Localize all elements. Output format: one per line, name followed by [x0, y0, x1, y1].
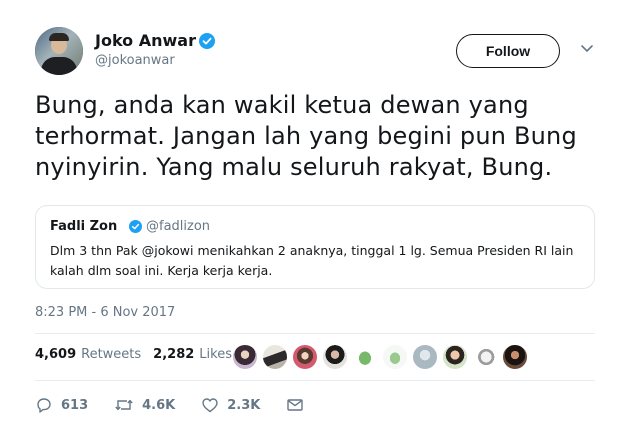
quoted-author-name: Fadli Zon	[50, 219, 118, 234]
divider	[35, 333, 595, 334]
quoted-tweet[interactable]: Fadli Zon @fadlizon Dlm 3 thn Pak @jokow…	[35, 205, 595, 289]
liker-avatar[interactable]	[322, 344, 348, 370]
retweet-button[interactable]: 4.6K	[114, 396, 175, 414]
tweet-text: Bung, anda kan wakil ketua dewan yang te…	[35, 91, 577, 181]
liker-avatar[interactable]	[502, 344, 528, 370]
liker-avatar[interactable]	[352, 344, 378, 370]
avatar-hair	[49, 33, 69, 41]
heart-icon	[202, 398, 218, 413]
verified-badge-icon	[129, 220, 142, 233]
liker-avatar[interactable]	[412, 344, 438, 370]
author-handle[interactable]: @jokoanwar	[95, 53, 175, 68]
engagement-stats: 4,609 Retweets 2,282 Likes	[35, 347, 232, 362]
direct-message-button[interactable]	[286, 397, 312, 413]
liker-avatars	[232, 344, 532, 370]
verified-badge-icon	[199, 33, 215, 49]
like-count: 2.3K	[227, 397, 261, 413]
author-name[interactable]: Joko Anwar	[95, 31, 196, 50]
likes-count[interactable]: 2,282	[153, 347, 194, 362]
like-button[interactable]: 2.3K	[201, 396, 260, 414]
quoted-author-handle: @fadlizon	[146, 219, 211, 234]
avatar-body	[41, 57, 77, 75]
reply-button[interactable]: 613	[35, 396, 88, 414]
retweets-count[interactable]: 4,609	[35, 347, 76, 362]
likes-label[interactable]: Likes	[199, 347, 232, 362]
liker-avatar[interactable]	[442, 344, 468, 370]
liker-avatar[interactable]	[292, 344, 318, 370]
divider	[35, 380, 595, 381]
liker-avatar[interactable]	[232, 344, 258, 370]
reply-icon	[37, 398, 51, 413]
envelope-icon	[287, 399, 304, 411]
liker-avatar[interactable]	[262, 344, 288, 370]
author-avatar[interactable]	[35, 27, 83, 75]
chevron-down-icon[interactable]	[580, 44, 594, 54]
liker-avatar[interactable]	[382, 344, 408, 370]
quoted-tweet-text: Dlm 3 thn Pak @jokowi menikahkan 2 anakn…	[50, 243, 574, 278]
tweet-actions: 613 4.6K 2.3K	[35, 396, 338, 414]
retweet-count: 4.6K	[142, 397, 176, 413]
liker-avatar[interactable]	[472, 344, 498, 370]
follow-button[interactable]: Follow	[456, 34, 560, 68]
retweets-label[interactable]: Retweets	[81, 347, 141, 362]
reply-count: 613	[61, 397, 89, 413]
retweet-icon	[115, 399, 133, 411]
tweet-timestamp[interactable]: 8:23 PM - 6 Nov 2017	[35, 305, 175, 320]
